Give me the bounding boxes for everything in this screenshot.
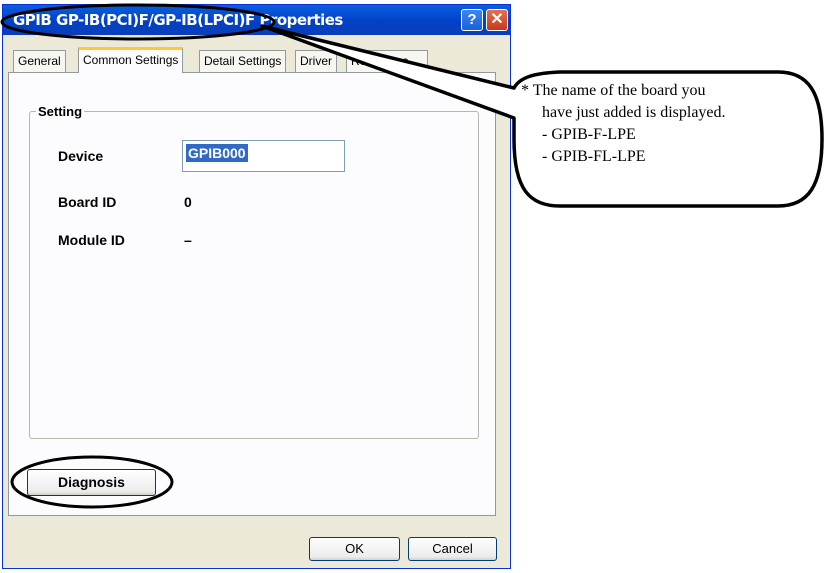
tab-common-settings[interactable]: Common Settings <box>78 47 184 73</box>
callout-line-3: - GPIB-F-LPE <box>542 126 636 143</box>
diagnosis-highlight-ellipse <box>10 455 174 509</box>
callout-line-4: - GPIB-FL-LPE <box>542 148 646 165</box>
callout-line-1: * The name of the board you <box>521 82 706 99</box>
callout-line-2: have just added is displayed. <box>542 104 726 121</box>
title-highlight-ellipse <box>0 3 276 41</box>
callout-text: * The name of the board you have just ad… <box>521 80 726 168</box>
